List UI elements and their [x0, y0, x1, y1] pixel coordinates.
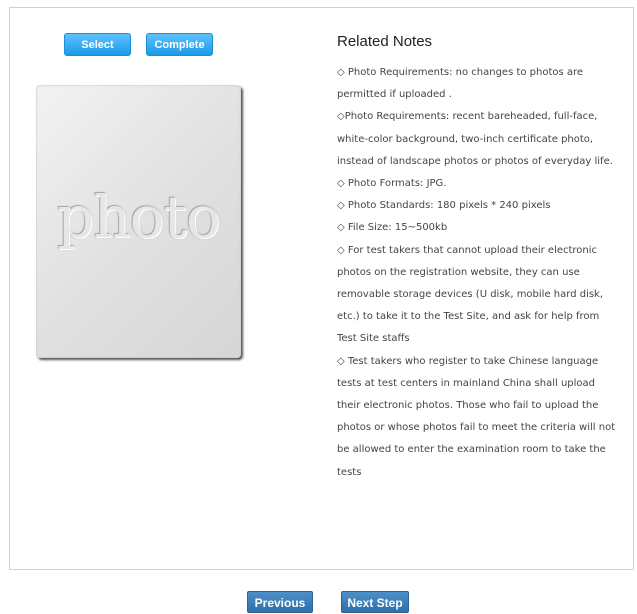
- note-line: ◇Photo Requirements: recent bareheaded, …: [337, 111, 598, 123]
- note-line: ◇ Photo Formats: JPG.: [337, 178, 447, 190]
- note-line: Test Site staffs: [337, 333, 410, 345]
- note-line: etc.) to take it to the Test Site, and a…: [337, 311, 600, 323]
- note-line: photos or whose photos fail to meet the …: [337, 422, 616, 434]
- complete-button[interactable]: Complete: [146, 33, 213, 56]
- note-line: photos on the registration website, they…: [337, 266, 580, 278]
- previous-button[interactable]: Previous: [247, 591, 313, 613]
- related-notes: Related Notes ◇ Photo Requirements: no c…: [337, 30, 632, 484]
- note-line: white-color background, two-inch certifi…: [337, 133, 594, 145]
- note-line: ◇ Photo Requirements: no changes to phot…: [337, 67, 584, 78]
- note-line: ◇ Photo Standards: 180 pixels * 240 pixe…: [337, 200, 551, 212]
- note-line: instead of landscape photos or photos of…: [337, 155, 613, 167]
- note-line: ◇ Test takers who register to take Chine…: [337, 355, 599, 367]
- note-line: be allowed to enter the examination room…: [337, 444, 606, 456]
- notes-body: ◇ Photo Requirements: no changes to phot…: [337, 62, 632, 484]
- note-line: ◇ File Size: 15~500kb: [337, 222, 448, 234]
- photo-placeholder-text: photo: [57, 183, 221, 251]
- notes-title: Related Notes: [337, 33, 433, 50]
- note-line: tests: [337, 466, 362, 478]
- note-line: their electronic photos. Those who fail …: [337, 400, 599, 412]
- photo-upload-panel: Select photo Complete photo Related Note…: [9, 7, 634, 570]
- note-line: permitted if uploaded .: [337, 89, 452, 101]
- note-line: removable storage devices (U disk, mobil…: [337, 289, 604, 301]
- note-line: tests at test centers in mainland China …: [337, 377, 596, 389]
- select-photo-button[interactable]: Select photo: [64, 33, 131, 74]
- photo-preview: photo: [36, 85, 241, 358]
- next-step-button[interactable]: Next Step: [341, 591, 409, 613]
- note-line: ◇ For test takers that cannot upload the…: [337, 244, 598, 256]
